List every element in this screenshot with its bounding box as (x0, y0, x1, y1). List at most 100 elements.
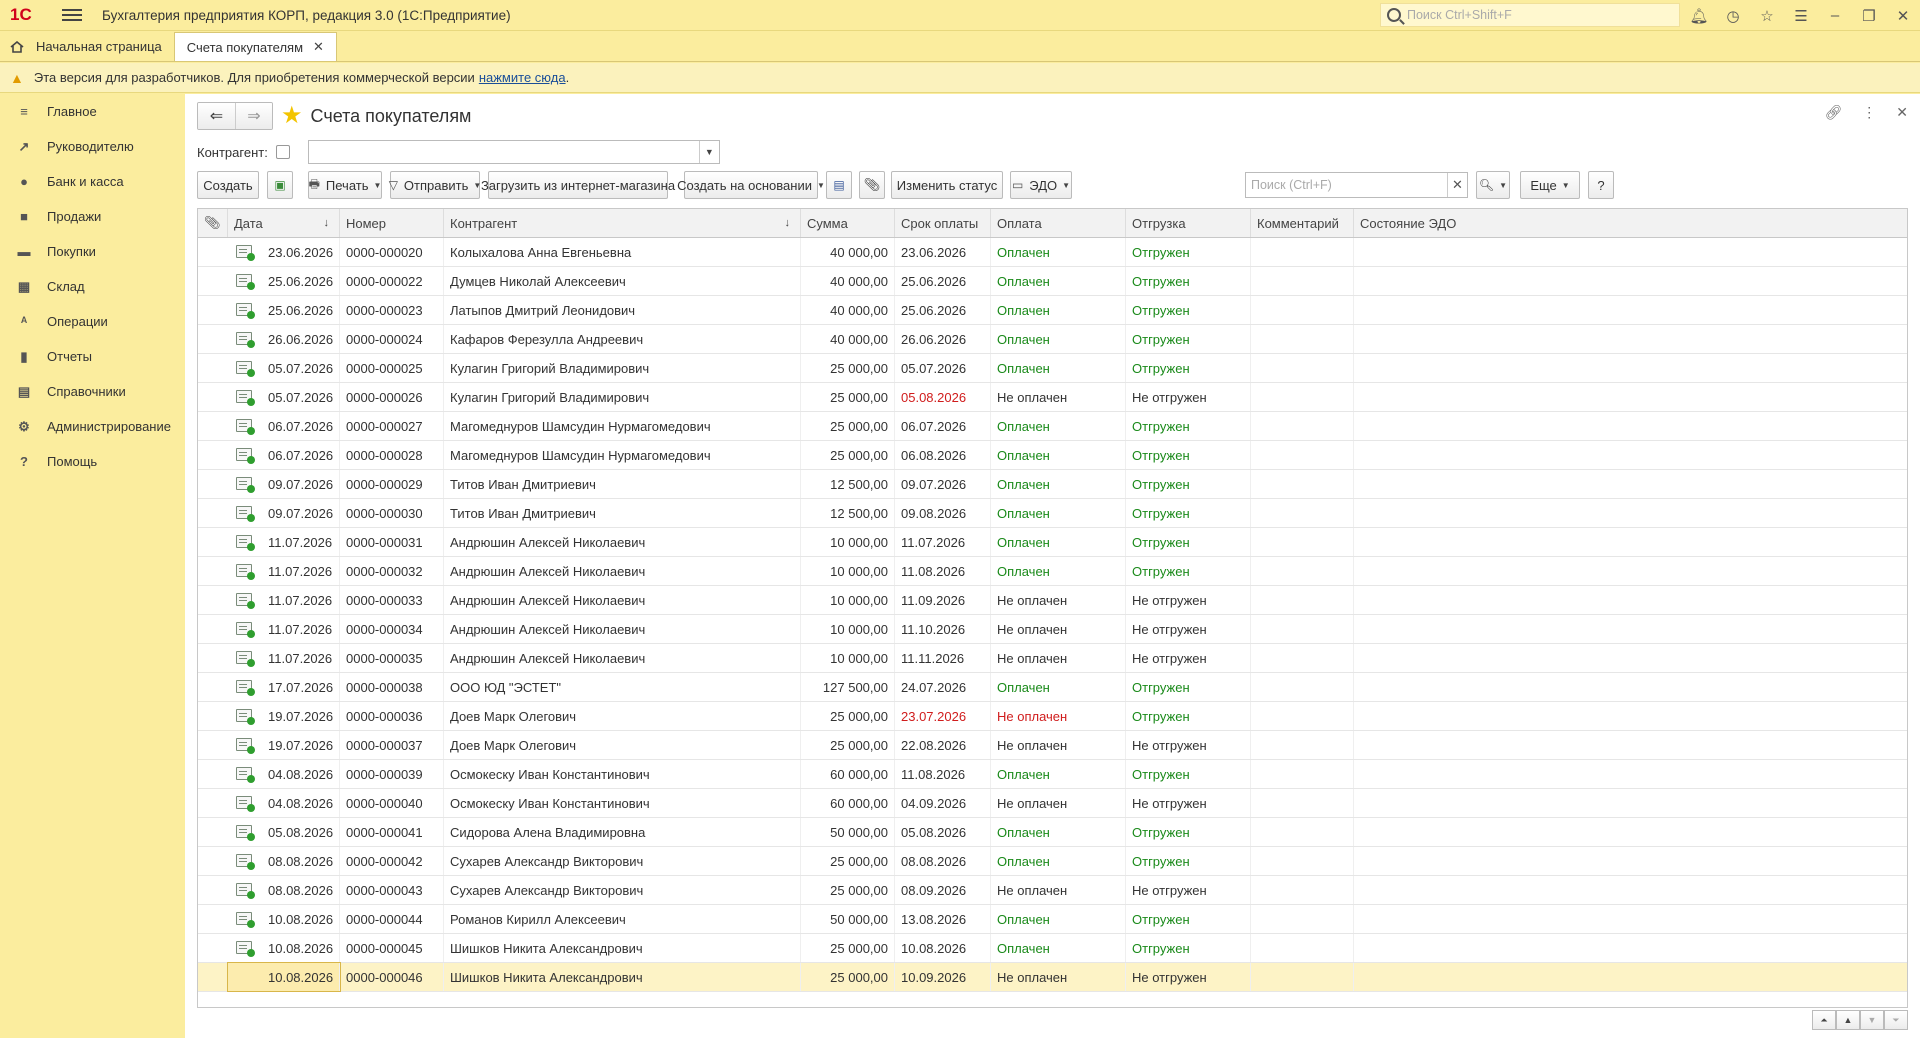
list-search-input[interactable]: Поиск (Ctrl+F) ✕ (1245, 172, 1468, 198)
main-menu-icon[interactable] (62, 9, 82, 21)
table-row[interactable]: 19.07.2026 0000-000037 Доев Марк Олегович 2… (198, 731, 1907, 760)
cell-sum: 10 000,00 (801, 615, 895, 643)
table-row[interactable]: 17.07.2026 0000-000038 ООО ЮД "ЭСТЕТ" 127 5… (198, 673, 1907, 702)
history-icon[interactable]: ◷ (1716, 7, 1750, 25)
table-row[interactable]: 08.08.2026 0000-000043 Сухарев Александр В… (198, 876, 1907, 905)
menu-icon: ≡ (20, 104, 28, 119)
help-button[interactable]: ? (1588, 171, 1614, 199)
go-top-icon[interactable]: ⏶ (1812, 1010, 1836, 1030)
close-tab-icon[interactable]: ✕ (313, 39, 324, 55)
purchase-link[interactable]: нажмите сюда (479, 70, 566, 85)
table-row[interactable]: 25.06.2026 0000-000023 Латыпов Дмитрий Лео… (198, 296, 1907, 325)
table-row[interactable]: 04.08.2026 0000-000039 Осмокеску Иван Конс… (198, 760, 1907, 789)
sidebar-item-purchases[interactable]: ▬ Покупки (0, 234, 185, 269)
table-row[interactable]: 10.08.2026 0000-000045 Шишков Никита Алекс… (198, 934, 1907, 963)
bell-icon[interactable]: 🔔︎ (1682, 7, 1716, 25)
sidebar-item-help[interactable]: ? Помощь (0, 444, 185, 479)
table-row[interactable]: 11.07.2026 0000-000034 Андрюшин Алексей Ни… (198, 615, 1907, 644)
forward-arrow-icon[interactable]: ⇒ (235, 103, 272, 129)
sidebar-item-bank[interactable]: ● Банк и касса (0, 164, 185, 199)
table-row[interactable]: 23.06.2026 0000-000020 Колыхалова Анна Евг… (198, 238, 1907, 267)
print-button[interactable]: 🖶 Печать ▼ (308, 171, 382, 199)
change-status-button[interactable]: Изменить статус (891, 171, 1003, 199)
tab-home[interactable]: Начальная страница (0, 32, 174, 61)
go-bottom-icon[interactable]: ⏷ (1884, 1010, 1908, 1030)
table-row[interactable]: 11.07.2026 0000-000035 Андрюшин Алексей Ни… (198, 644, 1907, 673)
col-comment[interactable]: Комментарий (1251, 209, 1354, 237)
sidebar-item-reports[interactable]: ▮ Отчеты (0, 339, 185, 374)
minimize-icon[interactable]: – (1818, 7, 1852, 24)
col-date[interactable]: Дата ↓ (228, 209, 340, 237)
col-shipment[interactable]: Отгрузка (1126, 209, 1251, 237)
cell-shipment: Отгружен (1126, 441, 1251, 469)
clear-search-icon[interactable]: ✕ (1447, 173, 1467, 197)
table-row[interactable]: 25.06.2026 0000-000022 Думцев Николай Алек… (198, 267, 1907, 296)
table-row[interactable]: 06.07.2026 0000-000027 Магомеднуров Шамсуд… (198, 412, 1907, 441)
sidebar-item-sales[interactable]: ■ Продажи (0, 199, 185, 234)
page-down-icon[interactable]: ▼ (1860, 1010, 1884, 1030)
col-sum[interactable]: Сумма (801, 209, 895, 237)
sidebar-item-operations[interactable]: ᴬ Операции (0, 304, 185, 339)
tab-home-label: Начальная страница (36, 39, 162, 54)
page-up-icon[interactable]: ▲ (1836, 1010, 1860, 1030)
table-row[interactable]: 11.07.2026 0000-000032 Андрюшин Алексей Ни… (198, 557, 1907, 586)
link-icon[interactable]: 🔗︎ (1824, 104, 1842, 121)
sort-down-icon: ↓ (323, 217, 330, 229)
table-row[interactable]: 19.07.2026 0000-000036 Доев Марк Олегович 2… (198, 702, 1907, 731)
table-row[interactable]: 05.07.2026 0000-000026 Кулагин Григорий Вл… (198, 383, 1907, 412)
sidebar-item-main[interactable]: ≡ Главное (0, 94, 185, 129)
col-number[interactable]: Номер (340, 209, 444, 237)
create-button[interactable]: Создать (197, 171, 259, 199)
cell-shipment: Отгружен (1126, 702, 1251, 730)
table-row[interactable]: 11.07.2026 0000-000031 Андрюшин Алексей Ни… (198, 528, 1907, 557)
edo-button[interactable]: ▭ ЭДО ▼ (1010, 171, 1072, 199)
table-row[interactable]: 26.06.2026 0000-000024 Кафаров Ферезулла А… (198, 325, 1907, 354)
favorites-star-icon[interactable]: ☆ (1750, 7, 1784, 25)
sidebar-item-manager[interactable]: ↗ Руководителю (0, 129, 185, 164)
table-row[interactable]: 04.08.2026 0000-000040 Осмокеску Иван Конс… (198, 789, 1907, 818)
structure-icon[interactable]: ▤ (826, 171, 852, 199)
close-form-icon[interactable]: ✕ (1896, 104, 1908, 121)
cell-shipment: Отгружен (1126, 528, 1251, 556)
restore-icon[interactable]: ❐ (1852, 7, 1886, 25)
close-window-icon[interactable]: ✕ (1886, 7, 1920, 25)
create-based-button[interactable]: Создать на основании ▼ (677, 171, 825, 199)
functions-menu-icon[interactable]: ☰ (1784, 7, 1818, 25)
chevron-down-icon[interactable]: ▼ (698, 141, 719, 163)
cell-shipment: Не отгружен (1126, 963, 1251, 991)
attachment-column-icon[interactable]: 📎︎ (198, 209, 228, 237)
favorite-star-icon[interactable]: ★ (281, 104, 303, 128)
send-button[interactable]: ▽ Отправить ▼ (389, 171, 481, 199)
search-options-button[interactable]: 🔍︎ ▼ (1476, 171, 1510, 199)
sidebar-item-catalogs[interactable]: ▤ Справочники (0, 374, 185, 409)
load-from-shop-button[interactable]: Загрузить из интернет-магазина (481, 171, 675, 199)
table-row[interactable]: 08.08.2026 0000-000042 Сухарев Александр В… (198, 847, 1907, 876)
table-row[interactable]: 11.07.2026 0000-000033 Андрюшин Алексей Ни… (198, 586, 1907, 615)
table-row[interactable]: 05.08.2026 0000-000041 Сидорова Алена Влад… (198, 818, 1907, 847)
contractor-filter-checkbox[interactable] (275, 145, 290, 159)
paperclip-icon[interactable]: 📎︎ (859, 171, 885, 199)
table-row[interactable]: 09.07.2026 0000-000030 Титов Иван Дмитриев… (198, 499, 1907, 528)
col-due-date[interactable]: Срок оплаты (895, 209, 991, 237)
cell-due-date: 11.11.2026 (895, 644, 991, 672)
sidebar-item-admin[interactable]: ⚙ Администрирование (0, 409, 185, 444)
col-payment[interactable]: Оплата (991, 209, 1126, 237)
more-vertical-icon[interactable]: ⋮ (1862, 104, 1876, 121)
more-button[interactable]: Еще ▼ (1520, 171, 1580, 199)
tab-invoices[interactable]: Счета покупателям ✕ (173, 32, 337, 61)
sidebar-item-warehouse[interactable]: ▦ Склад (0, 269, 185, 304)
global-search-input[interactable]: Поиск Ctrl+Shift+F (1380, 3, 1680, 27)
col-edo-state[interactable]: Состояние ЭДО (1354, 209, 1907, 237)
table-row[interactable]: 05.07.2026 0000-000025 Кулагин Григорий Вл… (198, 354, 1907, 383)
copy-doc-icon[interactable]: ▣ (267, 171, 293, 199)
cell-contractor: Титов Иван Дмитриевич (444, 470, 801, 498)
cell-due-date: 11.10.2026 (895, 615, 991, 643)
col-contractor[interactable]: Контрагент ↓ (444, 209, 801, 237)
table-row[interactable]: 09.07.2026 0000-000029 Титов Иван Дмитриев… (198, 470, 1907, 499)
table-row[interactable]: 10.08.2026 0000-000044 Романов Кирилл Алек… (198, 905, 1907, 934)
table-row[interactable]: 06.07.2026 0000-000028 Магомеднуров Шамсуд… (198, 441, 1907, 470)
table-row[interactable]: 10.08.2026 0000-000046 Шишков Никита Алекс… (198, 962, 1907, 992)
cell-payment: Оплачен (991, 673, 1126, 701)
contractor-filter-field[interactable]: ▼ (307, 140, 720, 164)
back-arrow-icon[interactable]: ⇐ (198, 103, 235, 129)
